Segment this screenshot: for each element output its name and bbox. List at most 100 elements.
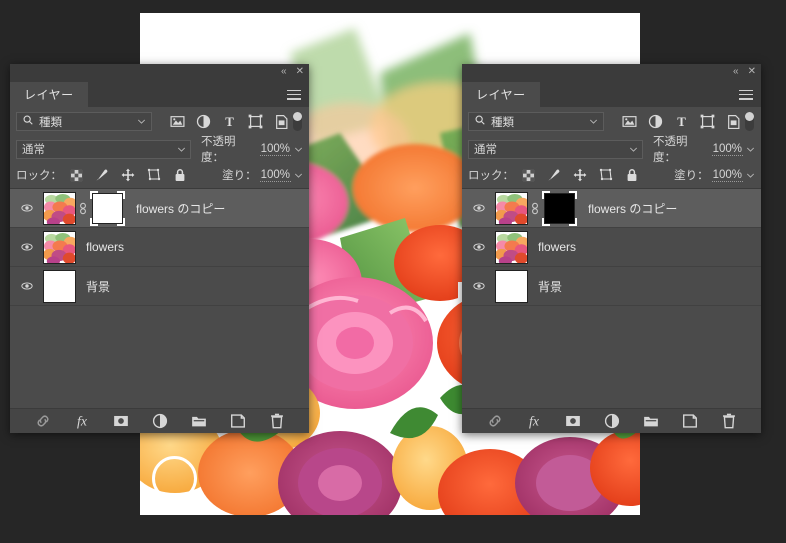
lock-transparency-icon[interactable]	[69, 168, 83, 182]
image-filter-icon[interactable]	[622, 114, 637, 129]
layer-thumbnail[interactable]	[495, 191, 528, 225]
layer-row[interactable]: flowers	[462, 228, 761, 267]
collapse-panel-icon[interactable]: «	[281, 65, 287, 79]
adjustment-layer-icon[interactable]	[603, 413, 620, 430]
filter-toggle[interactable]	[293, 112, 302, 131]
new-layer-icon[interactable]	[229, 413, 246, 430]
layer-name: 背景	[538, 279, 563, 294]
layer-visibility-toggle[interactable]	[10, 280, 43, 292]
layer-list: flowers のコピー flowers 背景	[10, 188, 309, 306]
mask-link-icon[interactable]	[76, 202, 89, 215]
add-layer-mask-icon[interactable]	[564, 413, 581, 430]
smart-object-filter-icon[interactable]	[274, 114, 289, 129]
shape-filter-icon[interactable]	[700, 114, 715, 129]
tab-layers[interactable]: レイヤー	[10, 82, 88, 107]
layer-visibility-toggle[interactable]	[10, 241, 43, 253]
link-layers-icon[interactable]	[34, 413, 51, 430]
adjustment-filter-icon[interactable]	[648, 114, 663, 129]
lock-image-icon[interactable]	[95, 168, 109, 182]
lock-all-icon[interactable]	[625, 168, 639, 182]
chevron-down-icon[interactable]	[294, 145, 303, 154]
layer-row[interactable]: flowers のコピー	[10, 189, 309, 228]
chevron-down-icon	[629, 145, 638, 154]
delete-layer-icon[interactable]	[720, 413, 737, 430]
layer-filter-row: 種類 T	[10, 107, 309, 136]
new-layer-icon[interactable]	[681, 413, 698, 430]
close-panel-icon[interactable]: ✕	[296, 65, 304, 79]
layer-visibility-toggle[interactable]	[10, 202, 43, 214]
opacity-control[interactable]: 不透明度： 100%	[653, 133, 755, 165]
layer-row[interactable]: flowers	[10, 228, 309, 267]
lock-icons	[69, 168, 187, 182]
shape-filter-icon[interactable]	[248, 114, 263, 129]
type-filter-icon[interactable]: T	[674, 114, 689, 129]
layer-row[interactable]: flowers のコピー	[462, 189, 761, 228]
collapse-panel-icon[interactable]: «	[733, 65, 739, 79]
lock-image-icon[interactable]	[547, 168, 561, 182]
fill-value[interactable]: 100%	[259, 169, 291, 182]
lock-artboard-icon[interactable]	[599, 168, 613, 182]
chevron-down-icon[interactable]	[746, 171, 755, 180]
layer-thumbnail[interactable]	[43, 191, 76, 225]
fill-label: 塗り：	[222, 170, 257, 182]
layer-mask-thumbnail[interactable]	[89, 190, 126, 227]
mask-link-icon[interactable]	[528, 202, 541, 215]
new-group-icon[interactable]	[642, 413, 659, 430]
lock-all-icon[interactable]	[173, 168, 187, 182]
layer-thumbnail[interactable]	[43, 230, 76, 264]
filter-toggle[interactable]	[745, 112, 754, 131]
link-layers-icon[interactable]	[486, 413, 503, 430]
fill-value[interactable]: 100%	[711, 169, 743, 182]
lock-position-icon[interactable]	[573, 168, 587, 182]
fill-control[interactable]: 塗り： 100%	[674, 167, 755, 183]
type-filter-icon[interactable]: T	[222, 114, 237, 129]
filter-type-icons: T	[622, 114, 741, 129]
lock-label: ロック：	[468, 170, 514, 182]
blend-mode-select[interactable]: 通常	[468, 139, 643, 159]
layer-row[interactable]: 背景	[462, 267, 761, 306]
delete-layer-icon[interactable]	[268, 413, 285, 430]
layer-thumbnail[interactable]	[495, 230, 528, 264]
layer-mask-thumbnail[interactable]	[541, 190, 578, 227]
filter-kind-label: 種類	[39, 116, 62, 129]
layer-visibility-toggle[interactable]	[462, 241, 495, 253]
panel-menu-icon[interactable]	[739, 89, 753, 100]
fx-icon[interactable]: fx	[73, 413, 90, 430]
lock-position-icon[interactable]	[121, 168, 135, 182]
opacity-control[interactable]: 不透明度： 100%	[201, 133, 303, 165]
blend-mode-value: 通常	[22, 144, 45, 156]
add-layer-mask-icon[interactable]	[112, 413, 129, 430]
layers-panel-left: « ✕ レイヤー 種類 T 通常 不透明度： 100% ロック： 塗り： 100…	[10, 64, 309, 501]
smart-object-filter-icon[interactable]	[726, 114, 741, 129]
fx-icon[interactable]: fx	[525, 413, 542, 430]
adjustment-filter-icon[interactable]	[196, 114, 211, 129]
lock-icons	[521, 168, 639, 182]
blend-mode-row: 通常 不透明度： 100%	[10, 133, 309, 165]
opacity-value[interactable]: 100%	[259, 143, 291, 156]
blend-mode-select[interactable]: 通常	[16, 139, 191, 159]
lock-artboard-icon[interactable]	[147, 168, 161, 182]
filter-kind-select[interactable]: 種類	[468, 112, 604, 131]
svg-text:T: T	[225, 115, 234, 129]
adjustment-layer-icon[interactable]	[151, 413, 168, 430]
new-group-icon[interactable]	[190, 413, 207, 430]
image-filter-icon[interactable]	[170, 114, 185, 129]
layer-thumbnail[interactable]	[43, 269, 76, 303]
tab-layers[interactable]: レイヤー	[462, 82, 540, 107]
opacity-value[interactable]: 100%	[711, 143, 743, 156]
layer-row[interactable]: 背景	[10, 267, 309, 306]
panel-menu-icon[interactable]	[287, 89, 301, 100]
close-panel-icon[interactable]: ✕	[748, 65, 756, 79]
fill-control[interactable]: 塗り： 100%	[222, 167, 303, 183]
layer-filter-row: 種類 T	[462, 107, 761, 136]
filter-kind-select[interactable]: 種類	[16, 112, 152, 131]
layer-thumbnail[interactable]	[495, 269, 528, 303]
layer-name: 背景	[86, 279, 111, 294]
chevron-down-icon[interactable]	[294, 171, 303, 180]
chevron-down-icon[interactable]	[746, 145, 755, 154]
lock-transparency-icon[interactable]	[521, 168, 535, 182]
layer-visibility-toggle[interactable]	[462, 280, 495, 292]
layer-visibility-toggle[interactable]	[462, 202, 495, 214]
svg-text:fx: fx	[529, 414, 539, 429]
fill-label: 塗り：	[674, 170, 709, 182]
